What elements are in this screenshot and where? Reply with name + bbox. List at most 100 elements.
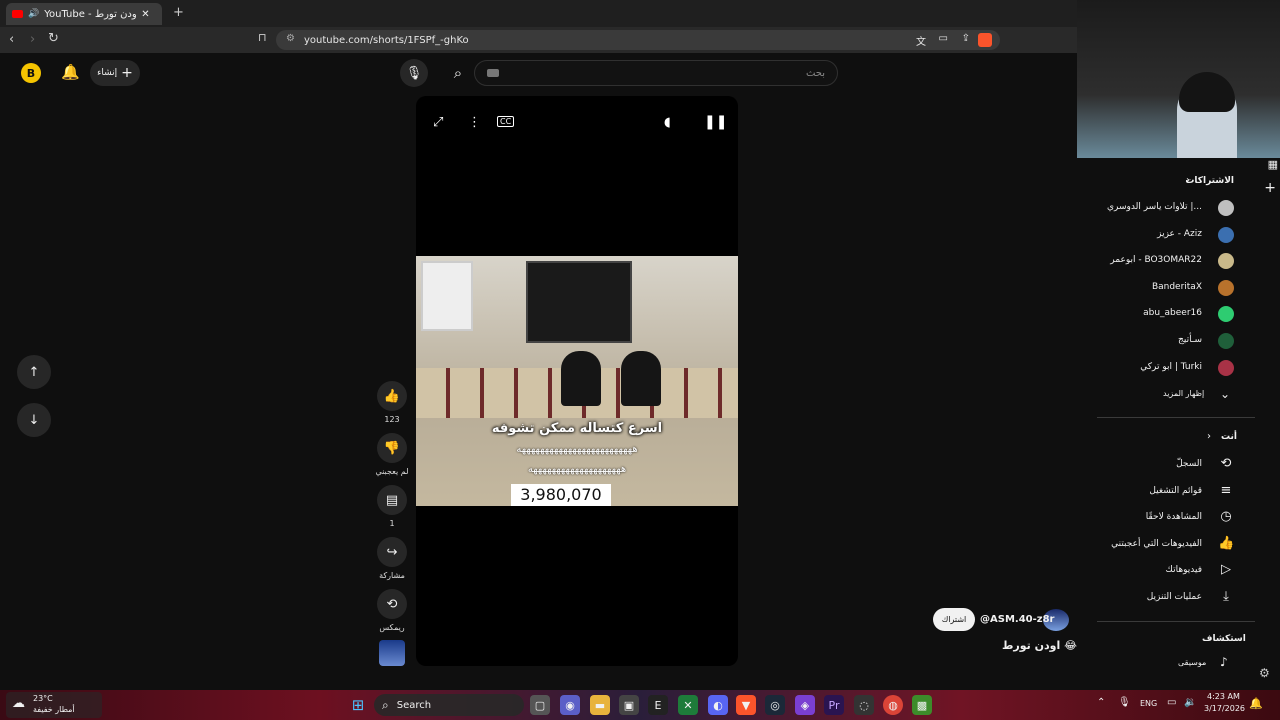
search-button[interactable]: ⌕ (444, 59, 472, 87)
clock-date[interactable]: 3/17/2026 (1204, 704, 1245, 713)
subscriptions-title[interactable]: الاشتراكات (1185, 176, 1234, 186)
captions-icon[interactable]: CC (497, 116, 515, 127)
sidebar-subscription-item[interactable]: عزيز - Aziz (1097, 224, 1280, 246)
sidebar-subscription-item[interactable]: ابوعمر - BO3OMAR22 (1097, 250, 1280, 272)
channel-avatar-icon (1218, 253, 1234, 270)
speaker-icon[interactable]: 🔊 (28, 9, 39, 19)
tab-title: YouTube - اودن تورط 😂 (44, 8, 137, 20)
show-more-label[interactable]: إظهار المزيد (1163, 389, 1204, 398)
epic-games-icon[interactable]: E (648, 695, 668, 715)
browser-tab[interactable]: 🔊 YouTube - اودن تورط 😂 ✕ (6, 3, 162, 25)
sidebar-you-item[interactable]: ▷ فيديوهاتك (1097, 560, 1280, 582)
audio-thumbnail[interactable] (379, 640, 405, 666)
sidebar-subscription-item[interactable]: abu_abeer16 (1097, 303, 1280, 325)
proton-icon[interactable]: ◈ (795, 695, 815, 715)
sidebar-you-item[interactable]: ◷ المشاهدة لاحقًا (1097, 507, 1280, 529)
chevron-right-icon: › (1186, 175, 1190, 186)
search-input[interactable]: بحث (474, 60, 838, 86)
video-caption-laugh-1: هههههههههههههههههههههههههه (516, 444, 638, 455)
comments-button[interactable]: ▤ (377, 485, 407, 515)
steam-icon[interactable]: ◎ (765, 695, 785, 715)
sidebar-subscription-item[interactable]: سـأتيج (1097, 330, 1280, 352)
framed-jersey (421, 261, 473, 331)
minecraft-icon[interactable]: ▩ (912, 695, 932, 715)
language-indicator[interactable]: ENG (1140, 699, 1157, 708)
subscribe-button[interactable]: اشتراك (933, 608, 975, 631)
sidebar-you-item[interactable]: ≡ قوائم التشغيل (1097, 481, 1280, 503)
keyboard-icon[interactable] (487, 69, 499, 77)
brave-shield-icon[interactable] (978, 33, 992, 47)
tray-chevron-icon[interactable]: ⌃ (1097, 697, 1105, 708)
subscription-label: abu_abeer16 (1143, 308, 1202, 319)
monitor-icon[interactable]: ▭ (1167, 697, 1176, 708)
tray-mic-icon[interactable]: 🎙 (1118, 697, 1131, 708)
pause-icon[interactable]: ❚❚ (704, 114, 727, 130)
previous-short-button[interactable]: ↑ (17, 355, 51, 389)
taskbar-search[interactable]: ⌕ Search (374, 694, 524, 716)
create-button[interactable]: إنشاء + (90, 60, 140, 86)
explore-title: استكشاف (1202, 634, 1246, 644)
new-tab-button[interactable]: + (173, 5, 184, 20)
volume-icon[interactable]: ◖ (664, 115, 671, 130)
brave-icon[interactable]: ▼ (736, 695, 756, 715)
volume-tray-icon[interactable]: 🔉 (1184, 697, 1196, 708)
like-button[interactable]: 👍 (377, 381, 407, 411)
shorts-player[interactable]: ⤢ ⋮ CC ◖ ❚❚ اسرع كتساله ممكن تشوفه ههههه… (416, 96, 738, 666)
next-short-button[interactable]: ↓ (17, 403, 51, 437)
sidebar-you-item[interactable]: 👍 الفيديوهات التي أعجبتني (1097, 534, 1280, 556)
sidebar-subscription-item[interactable]: ابو تركي | Turki (1097, 357, 1280, 379)
tab-close-icon[interactable]: ✕ (141, 9, 149, 20)
site-info-icon[interactable]: ⚙ (286, 33, 295, 44)
teams-icon[interactable]: ◉ (560, 695, 580, 715)
channel-avatar-icon (1218, 333, 1234, 349)
clock-time[interactable]: 4:23 AM (1207, 692, 1240, 701)
add-icon[interactable]: + (1264, 180, 1276, 196)
task-view-icon[interactable]: ▢ (530, 695, 550, 715)
obs-icon[interactable]: ◌ (854, 695, 874, 715)
comment-count: 1 (389, 519, 395, 528)
file-explorer-icon[interactable]: ▬ (590, 695, 610, 715)
arrow-down-icon: ↓ (28, 412, 40, 428)
music-label[interactable]: موسيقى (1178, 658, 1206, 667)
url-field[interactable]: ⚙ youtube.com/shorts/1FSPf_-ghKo 文 ▭ ⇪ (276, 30, 1000, 50)
avatar[interactable]: B (21, 63, 41, 83)
subscriptions-list: تلاوات ياسر الدوسري |... عزيز - Aziz ابوعم… (1097, 197, 1280, 407)
sidebar-you-item[interactable]: ⤓ عمليات التنزيل (1097, 587, 1280, 609)
sidebar-subscription-item[interactable]: BanderitaX (1097, 277, 1280, 299)
cast-icon[interactable]: ▭ (939, 33, 948, 44)
guide-icon[interactable]: ▦ (1268, 158, 1278, 171)
bookmark-icon[interactable]: ⊓ (258, 31, 267, 44)
translate-icon[interactable]: 文 (916, 33, 926, 48)
xbox-icon[interactable]: ✕ (678, 695, 698, 715)
chevron-down-icon[interactable]: ⌄ (1220, 387, 1230, 401)
channel-name[interactable]: @ASM.40-z8r (980, 614, 1054, 625)
sidebar-you-item[interactable]: ⟲ السجلّ (1097, 454, 1280, 476)
you-title[interactable]: أنت (1221, 432, 1237, 442)
notifications-bell-icon[interactable]: 🔔 (61, 63, 80, 81)
store-icon[interactable]: ▣ (619, 695, 639, 715)
notification-bell-icon[interactable]: 🔔 (1249, 697, 1263, 710)
you-chevron-icon: › (1207, 431, 1211, 442)
share-button[interactable]: ↪ (377, 537, 407, 567)
dislike-button[interactable]: 👎 (377, 433, 407, 463)
subscription-label: ابو تركي | Turki (1140, 361, 1202, 372)
search-placeholder: بحث (805, 67, 825, 79)
chrome-icon[interactable]: ◍ (883, 695, 903, 715)
weather-widget[interactable]: ☁ 23°C أمطار خفيفة (6, 692, 102, 718)
premiere-icon[interactable]: Pr (824, 695, 844, 715)
fullscreen-icon[interactable]: ⤢ (433, 115, 443, 130)
more-options-icon[interactable]: ⋮ (468, 115, 481, 130)
voice-search-button[interactable]: 🎙 (400, 59, 428, 87)
discord-icon[interactable]: ◐ (708, 695, 728, 715)
reload-icon[interactable]: ↻ (48, 31, 59, 46)
sidebar-subscription-item[interactable]: تلاوات ياسر الدوسري |... (1097, 197, 1280, 219)
settings-gear-icon[interactable]: ⚙ (1259, 666, 1270, 680)
back-icon[interactable]: ‹ (9, 32, 14, 47)
windows-taskbar: ☁ 23°C أمطار خفيفة (0, 690, 1280, 720)
forward-icon[interactable]: › (30, 32, 35, 47)
remix-button[interactable]: ⟲ (377, 589, 407, 619)
downloads-icon: ⤓ (1223, 589, 1229, 604)
windows-start-icon[interactable]: ⊞ (348, 695, 368, 715)
share-page-icon[interactable]: ⇪ (962, 33, 970, 44)
music-note-icon[interactable]: ♪ (1220, 655, 1228, 669)
